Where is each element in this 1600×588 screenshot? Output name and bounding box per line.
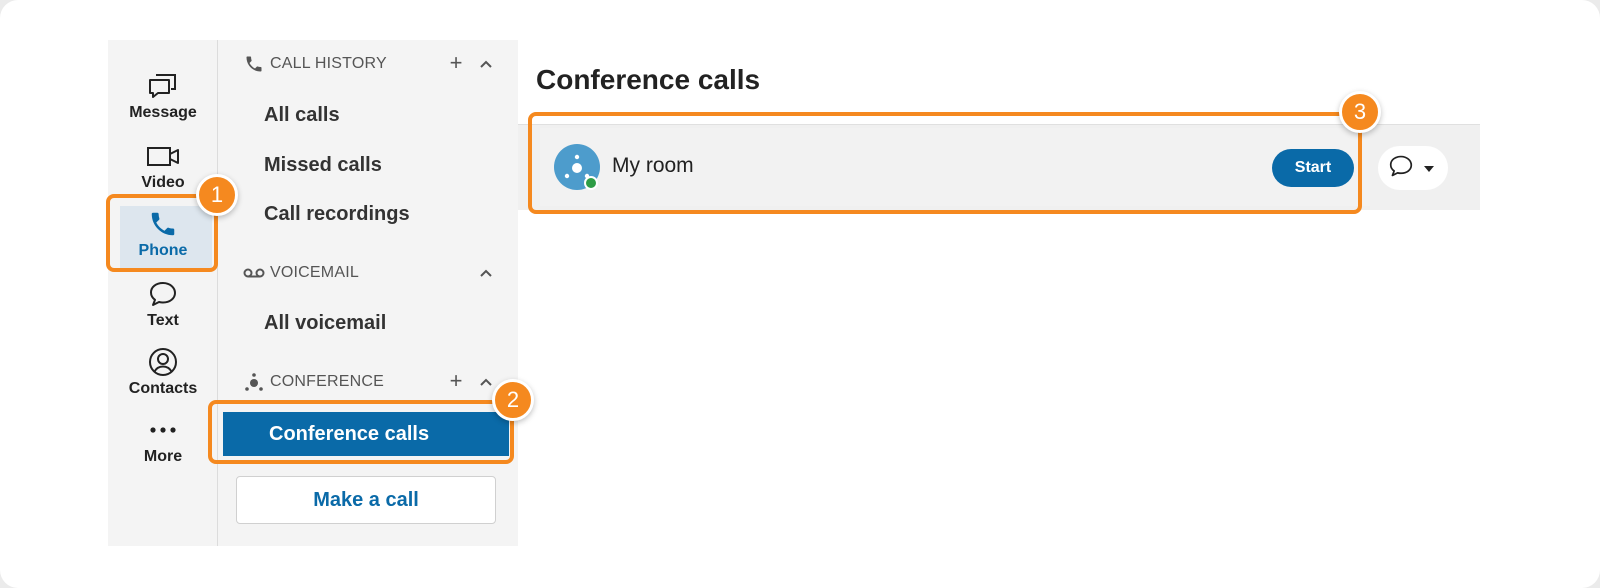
chat-bubble-icon <box>143 276 183 312</box>
rail-label-video: Video <box>141 174 185 191</box>
conference-icon <box>242 370 266 394</box>
rail-label-message: Message <box>129 104 197 121</box>
rail-label-text: Text <box>147 312 179 329</box>
collapse-call-history-icon[interactable] <box>474 52 498 76</box>
chat-bubble-icon <box>1388 154 1414 183</box>
callout-badge-3: 3 <box>1339 91 1381 133</box>
callout-badge-2: 2 <box>492 379 534 421</box>
message-icon <box>143 68 183 104</box>
callout-highlight-conference-calls <box>208 400 514 464</box>
screenshot-canvas: Message Video Phone Text Contacts More C… <box>0 0 1600 588</box>
section-header-conference: CONFERENCE + <box>242 368 492 396</box>
rail-item-text[interactable]: Text <box>108 274 218 340</box>
nav-item-missed-calls[interactable]: Missed calls <box>264 148 382 182</box>
add-conference-button[interactable]: + <box>444 369 468 393</box>
make-call-button[interactable]: Make a call <box>236 476 496 524</box>
rail-label-more: More <box>143 448 183 465</box>
rail-item-contacts[interactable]: Contacts <box>108 342 218 408</box>
phone-icon <box>242 52 266 76</box>
contacts-icon <box>143 344 183 380</box>
callout-highlight-my-room <box>528 112 1362 214</box>
rail-item-more[interactable]: More <box>108 410 218 476</box>
nav-item-all-calls[interactable]: All calls <box>264 98 340 132</box>
voicemail-icon <box>242 261 266 285</box>
room-message-menu-button[interactable] <box>1378 146 1448 190</box>
section-title-conference: CONFERENCE <box>270 373 385 390</box>
add-call-history-button[interactable]: + <box>444 51 468 75</box>
left-rail: Message Video Phone Text Contacts More <box>108 40 218 546</box>
rail-label-contacts: Contacts <box>128 380 198 397</box>
chevron-down-icon <box>1424 159 1434 177</box>
section-header-call-history: CALL HISTORY + <box>242 50 492 78</box>
callout-badge-1: 1 <box>196 174 238 216</box>
more-icon <box>143 412 183 448</box>
section-title-voicemail: VOICEMAIL <box>270 264 359 281</box>
collapse-voicemail-icon[interactable] <box>474 261 498 285</box>
phone-nav-panel: CALL HISTORY + All calls Missed calls Ca… <box>218 40 518 546</box>
rail-item-message[interactable]: Message <box>108 66 218 132</box>
section-title-call-history: CALL HISTORY <box>270 55 387 72</box>
nav-item-call-recordings[interactable]: Call recordings <box>264 197 410 231</box>
nav-item-all-voicemail[interactable]: All voicemail <box>264 306 386 340</box>
section-header-voicemail: VOICEMAIL <box>242 259 492 287</box>
video-icon <box>143 138 183 174</box>
page-title: Conference calls <box>536 64 761 95</box>
